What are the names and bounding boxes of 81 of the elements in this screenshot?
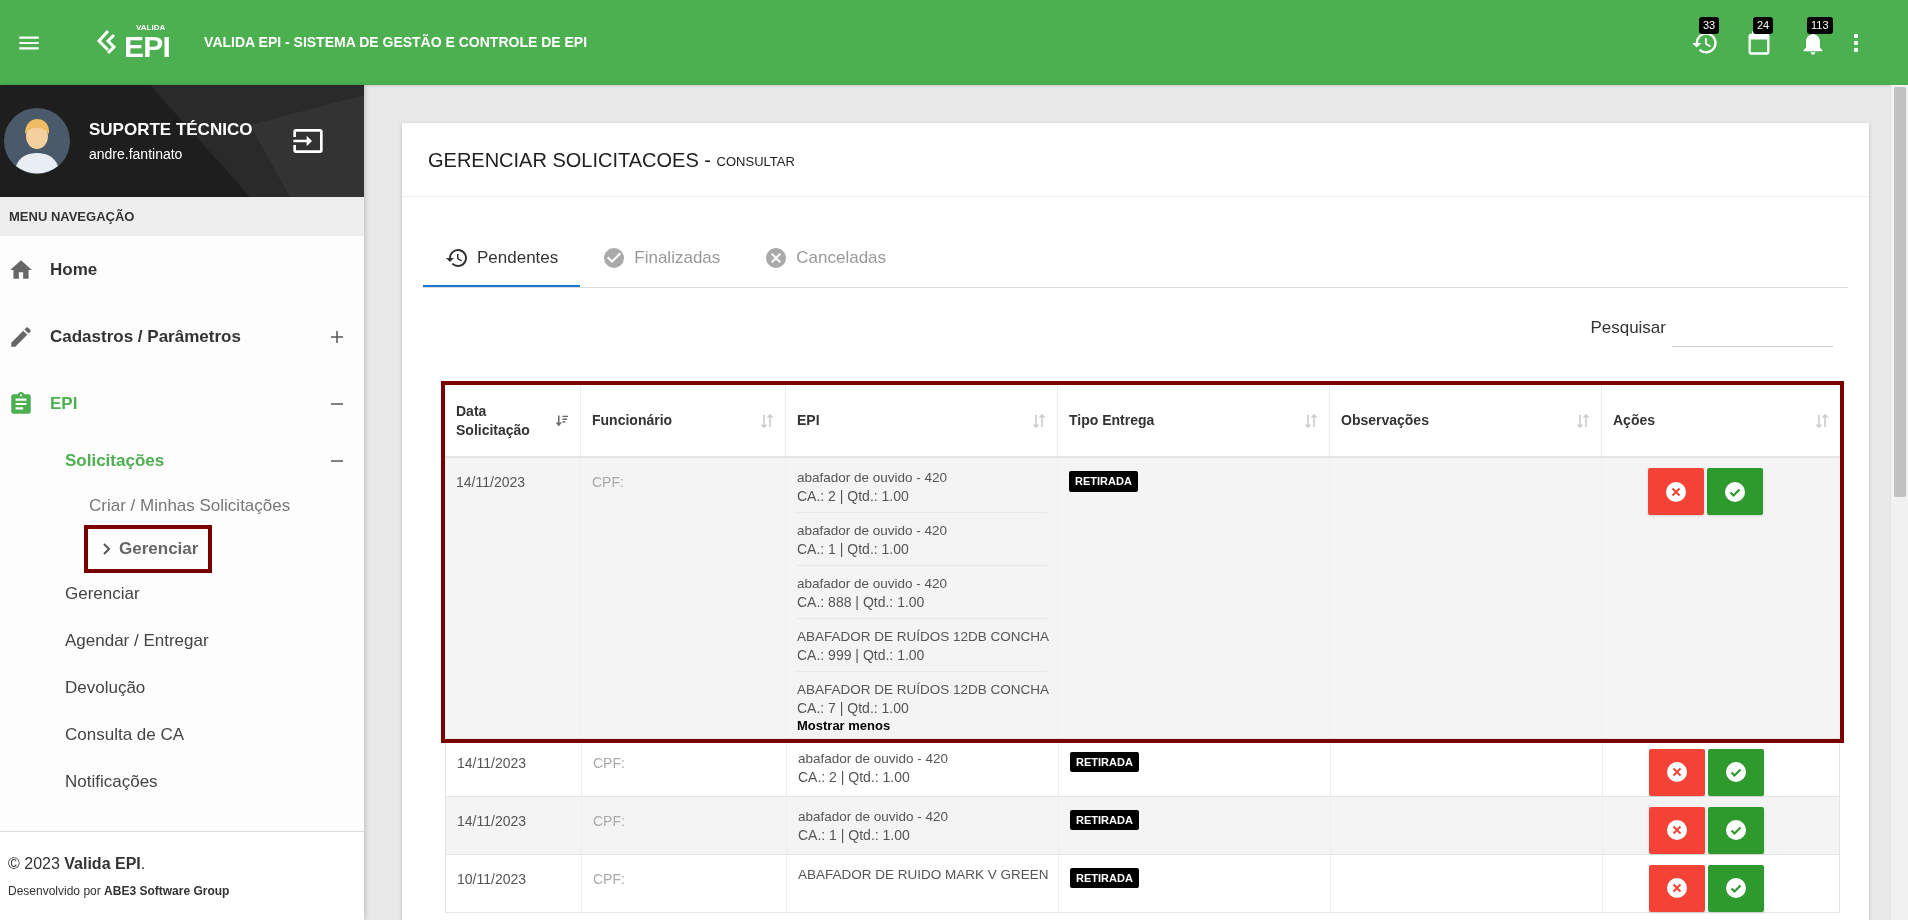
epi-detail: CA.: 1 | Qtd.: 1.00	[797, 540, 910, 558]
expand-icon[interactable]	[329, 328, 345, 345]
column-header[interactable]: Data Solicitação	[456, 401, 557, 440]
submenu-item[interactable]: Gerenciar	[65, 580, 140, 607]
page-subtitle: CONSULTAR	[716, 152, 795, 171]
approve-button[interactable]	[1707, 806, 1764, 854]
epi-name: ABAFADOR DE RUÍDOS 12DB CONCHA	[797, 628, 1047, 646]
avatar	[4, 108, 70, 174]
menu-section-title: MENU NAVEGAÇÃO	[9, 207, 135, 226]
user-name: SUPORTE TÉCNICO	[89, 118, 253, 141]
reject-button[interactable]	[1648, 864, 1705, 912]
logo-text: EPI	[124, 31, 171, 62]
epi-name: abafador de ouvido - 420	[797, 575, 949, 593]
reject-button[interactable]	[1648, 806, 1705, 854]
submenu-item[interactable]: Criar / Minhas Solicitações	[89, 492, 291, 519]
submenu-item[interactable]: Consulta de CA	[65, 721, 185, 748]
employee-cell: CPF:	[593, 754, 625, 771]
column-header[interactable]: Ações	[1613, 411, 1656, 430]
clipboard-icon	[8, 390, 34, 417]
logo-caption: VALIDA	[135, 23, 167, 32]
page-title: GERENCIAR SOLICITACOES -	[428, 147, 712, 173]
delivery-tag: RETIRADA	[1069, 471, 1138, 492]
scrollbar-thumb[interactable]	[1893, 87, 1906, 497]
approve-button[interactable]	[1707, 748, 1764, 796]
show-less-link[interactable]: Mostrar menos	[797, 716, 891, 736]
epi-detail: CA.: 2 | Qtd.: 1.00	[797, 487, 910, 505]
column-header[interactable]: Tipo Entrega	[1069, 411, 1155, 430]
submenu-item[interactable]: Devolução	[65, 674, 146, 701]
date-cell: 14/11/2023	[457, 812, 527, 829]
epi-name: abafador de ouvido - 420	[798, 749, 950, 768]
column-header[interactable]: EPI	[797, 411, 820, 430]
date-cell: 14/11/2023	[457, 754, 527, 771]
notification-count: 113	[1807, 16, 1833, 34]
scrollbar[interactable]	[1890, 85, 1908, 920]
tab[interactable]: Pendentes	[423, 230, 581, 287]
epi-detail: CA.: 7 | Qtd.: 1.00	[797, 699, 910, 717]
column-header[interactable]: Funcionário	[592, 411, 673, 430]
date-cell: 14/11/2023	[456, 474, 526, 490]
delivery-tag: RETIRADA	[1070, 809, 1139, 830]
employee-cell: CPF:	[592, 474, 624, 490]
notification-count: 33	[1699, 16, 1720, 34]
epi-detail: CA.: 999 | Qtd.: 1.00	[797, 646, 926, 664]
epi-name: abafador de ouvido - 420	[797, 522, 949, 540]
delivery-tag: RETIRADA	[1070, 867, 1139, 888]
check-icon	[1724, 877, 1747, 899]
column-header[interactable]: Observações	[1341, 411, 1429, 430]
menu-item[interactable]: Cadastros / Parâmetros	[50, 323, 241, 350]
epi-name: ABAFADOR DE RUÍDOS 12DB CONCHA	[797, 681, 1047, 699]
close-icon	[1664, 480, 1687, 503]
close-icon	[1665, 761, 1688, 783]
reject-button[interactable]	[1647, 468, 1704, 515]
epi-detail: CA.: 1 | Qtd.: 1.00	[798, 825, 911, 844]
check-icon	[1723, 480, 1746, 503]
user-login: andre.fantinato	[89, 145, 184, 165]
notification-count: 24	[1753, 16, 1774, 34]
delivery-tag: RETIRADA	[1070, 751, 1139, 772]
reject-button[interactable]	[1648, 748, 1705, 796]
search-label: Pesquisar	[1590, 317, 1666, 340]
app-title: VALIDA EPI - SISTEMA DE GESTÃO E CONTROLE DE EPI	[204, 33, 588, 52]
check-icon	[1724, 761, 1747, 783]
copyright-text: © 2023 Valida EPI.	[8, 854, 147, 874]
close-icon	[1665, 819, 1688, 841]
submenu-item[interactable]: Notificações	[65, 768, 158, 795]
employee-cell: CPF:	[593, 870, 625, 887]
menu-item[interactable]: Home	[50, 256, 98, 283]
epi-name: ABAFADOR DE RUIDO MARK V GREEN	[798, 865, 1048, 884]
submenu-item[interactable]: Gerenciar	[119, 535, 199, 562]
epi-detail: CA.: 2 | Qtd.: 1.00	[798, 767, 911, 786]
employee-cell: CPF:	[593, 812, 625, 829]
approve-button[interactable]	[1707, 864, 1764, 912]
close-icon	[1665, 877, 1688, 899]
sort-descending-icon[interactable]	[556, 413, 569, 428]
chevron-right-icon	[102, 542, 112, 555]
epi-name: abafador de ouvido - 420	[798, 807, 950, 826]
developer-credit: Desenvolvido por ABE3 Software Group	[8, 883, 231, 900]
epi-detail: CA.: 888 | Qtd.: 1.00	[797, 593, 926, 611]
epi-name: abafador de ouvido - 420	[797, 469, 949, 487]
date-cell: 10/11/2023	[457, 870, 527, 887]
approve-button[interactable]	[1706, 468, 1763, 515]
submenu-item[interactable]: Agendar / Entregar	[65, 627, 209, 654]
check-icon	[1724, 819, 1747, 841]
